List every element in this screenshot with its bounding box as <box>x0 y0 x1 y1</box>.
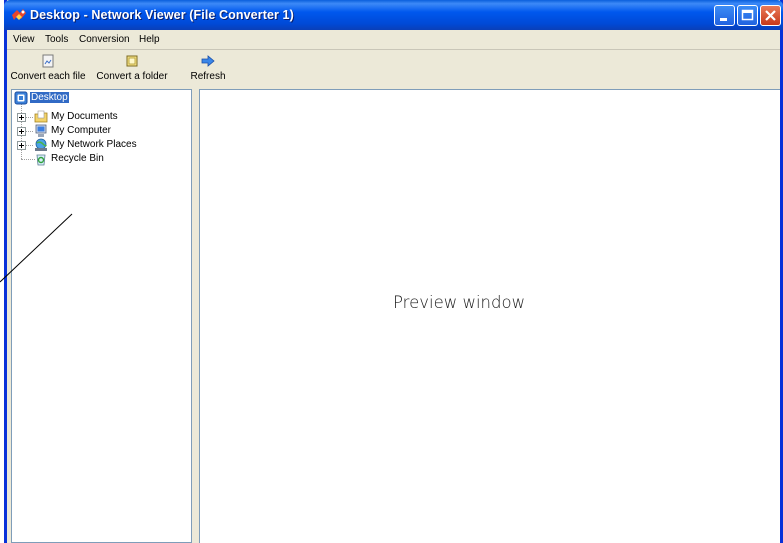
app-icon <box>12 9 26 20</box>
tree-node-label: Desktop <box>30 92 69 103</box>
expand-icon[interactable] <box>17 141 26 150</box>
tree-node-recycle-bin[interactable]: Recycle Bin <box>12 152 187 166</box>
convert-each-file-label: Convert each file <box>10 71 86 82</box>
menu-help[interactable]: Help <box>139 34 160 45</box>
expand-icon[interactable] <box>17 127 26 136</box>
close-icon <box>765 10 776 21</box>
documents-folder-icon <box>34 110 48 123</box>
menu-tools[interactable]: Tools <box>45 34 68 45</box>
computer-icon <box>35 124 47 137</box>
tree-node-label: My Network Places <box>51 139 137 150</box>
toolbar: Convert each file Convert a folder Refre… <box>7 49 780 89</box>
folder-tree[interactable]: Desktop My Documents My Computer My Netw… <box>11 89 192 543</box>
convert-folder-button[interactable]: Convert a folder <box>93 54 171 82</box>
expand-icon[interactable] <box>17 113 26 122</box>
tree-node-my-network-places[interactable]: My Network Places <box>12 138 187 152</box>
title-bar[interactable]: Desktop - Network Viewer (File Converter… <box>4 0 783 30</box>
minimize-button[interactable] <box>714 5 735 26</box>
menu-bar: View Tools Conversion Help <box>7 30 780 49</box>
refresh-arrow-icon <box>201 55 215 67</box>
tree-node-label: Recycle Bin <box>51 153 104 164</box>
preview-window-label: Preview window <box>393 293 526 312</box>
folder-icon <box>126 55 138 67</box>
convert-folder-label: Convert a folder <box>96 71 168 82</box>
close-button[interactable] <box>760 5 781 26</box>
tree-node-label: My Computer <box>51 125 112 136</box>
maximize-icon <box>741 9 754 21</box>
convert-each-file-button[interactable]: Convert each file <box>8 54 88 82</box>
minimize-icon <box>720 18 727 21</box>
menu-view[interactable]: View <box>13 34 35 45</box>
tree-node-my-documents[interactable]: My Documents <box>12 110 187 124</box>
tree-node-my-computer[interactable]: My Computer <box>12 124 187 138</box>
tree-node-desktop[interactable]: Desktop <box>12 91 187 105</box>
file-icon <box>42 54 54 68</box>
app-window: Desktop - Network Viewer (File Converter… <box>4 0 783 543</box>
refresh-button[interactable]: Refresh <box>190 54 226 82</box>
maximize-button[interactable] <box>737 5 758 26</box>
recycle-bin-icon <box>36 154 46 166</box>
network-places-icon <box>35 138 47 151</box>
refresh-label: Refresh <box>190 71 226 82</box>
desktop-icon <box>14 91 28 105</box>
preview-pane: Preview window <box>199 89 780 543</box>
menu-conversion[interactable]: Conversion <box>79 34 130 45</box>
window-title: Desktop - Network Viewer (File Converter… <box>30 8 294 22</box>
pane-splitter[interactable] <box>192 89 199 543</box>
tree-node-label: My Documents <box>51 111 118 122</box>
